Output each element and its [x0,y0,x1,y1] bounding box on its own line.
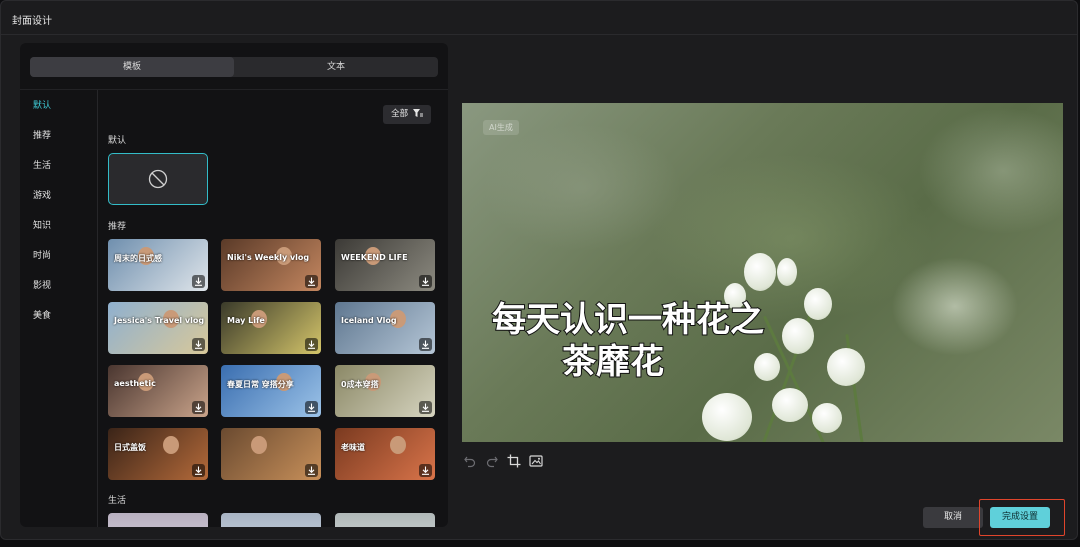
template-thumbnail[interactable]: 周末的日式感 [108,239,208,291]
undo-icon[interactable] [463,454,477,468]
template-thumbnail[interactable]: 日式盖饭 [108,428,208,480]
dialog-title: 封面设计 [12,16,52,27]
tab-text[interactable]: 文本 [234,57,438,77]
download-icon[interactable] [192,275,205,288]
category-film[interactable]: 影视 [33,279,51,309]
category-knowledge[interactable]: 知识 [33,219,51,249]
download-icon[interactable] [305,401,318,414]
filter-icon [412,109,423,117]
thumbnail-subject [163,436,179,454]
template-thumbnail[interactable]: 老味道 [335,428,435,480]
template-caption: WEEKEND LIFE [341,253,408,262]
template-thumbnail[interactable]: Iceland Vlog [335,302,435,354]
download-icon[interactable] [419,464,432,477]
template-caption: 春夏日常 穿搭分享 [227,380,294,389]
template-thumbnail[interactable]: 0成本穿搭 [335,365,435,417]
template-thumbnail[interactable]: Niki's Weekly vlog [221,239,321,291]
template-caption: 日式盖饭 [114,443,146,452]
filter-button[interactable]: 全部 [383,105,431,124]
download-icon[interactable] [419,338,432,351]
flower-bud [804,288,832,320]
crop-icon[interactable] [507,454,521,468]
category-food[interactable]: 美食 [33,309,51,339]
download-icon[interactable] [305,275,318,288]
category-life[interactable]: 生活 [33,159,51,189]
cancel-button[interactable]: 取消 [923,507,983,528]
template-thumbnail[interactable]: May Life [221,302,321,354]
download-icon[interactable] [305,338,318,351]
template-caption: Iceland Vlog [341,316,397,325]
cover-preview: AI生成 每天认识一种花之 茶靡花 [462,103,1063,442]
download-icon[interactable] [419,275,432,288]
flower-blossom [772,388,808,422]
done-button[interactable]: 完成设置 [990,507,1050,528]
filter-label: 全部 [391,109,409,119]
section-label-life: 生活 [108,496,127,506]
template-thumbnail[interactable] [221,428,321,480]
category-recommended[interactable]: 推荐 [33,129,51,159]
title-divider [1,34,1077,35]
category-divider [97,90,98,527]
thumbnail-subject [390,436,406,454]
category-list: 默认 推荐 生活 游戏 知识 时尚 影视 美食 [33,99,51,339]
category-games[interactable]: 游戏 [33,189,51,219]
life-template-thumbnail[interactable] [221,513,321,527]
thumbnail-subject [251,436,267,454]
category-default[interactable]: 默认 [33,99,51,129]
none-icon [148,169,168,189]
panel-tabs: 模板 文本 [30,57,438,77]
download-icon[interactable] [192,464,205,477]
template-caption: Niki's Weekly vlog [227,253,310,262]
section-label-default: 默认 [108,136,127,146]
caption-line-2: 茶靡花 [561,341,665,383]
tab-templates[interactable]: 模板 [30,57,234,77]
ai-generated-badge: AI生成 [483,120,519,135]
flower-bud [827,348,865,386]
tabs-divider [20,89,448,90]
flower-blossom [812,403,842,433]
replace-image-icon[interactable] [529,454,543,468]
section-label-recommended: 推荐 [108,222,127,232]
download-icon[interactable] [192,338,205,351]
redo-icon[interactable] [485,454,499,468]
template-thumbnail[interactable]: WEEKEND LIFE [335,239,435,291]
template-thumbnail[interactable]: 春夏日常 穿搭分享 [221,365,321,417]
cover-caption[interactable]: 每天认识一种花之 茶靡花 [491,299,792,383]
no-template-tile[interactable] [108,153,208,205]
category-fashion[interactable]: 时尚 [33,249,51,279]
template-caption: 0成本穿搭 [341,380,379,389]
download-icon[interactable] [419,401,432,414]
life-template-thumbnail[interactable] [108,513,208,527]
template-thumbnail[interactable]: aesthetic [108,365,208,417]
flower-blossom [702,393,752,441]
flower-bud [777,258,797,286]
download-icon[interactable] [305,464,318,477]
template-caption: 老味道 [341,443,365,452]
caption-line-1: 每天认识一种花之 [491,299,765,341]
template-caption: aesthetic [114,379,156,388]
life-template-thumbnail[interactable] [335,513,435,527]
flower-bud [744,253,776,291]
template-panel: 模板 文本 默认 推荐 生活 游戏 知识 时尚 影视 美食 全部 默认 推荐 周… [20,43,448,527]
template-caption: 周末的日式感 [114,254,162,263]
cover-design-dialog: 封面设计 模板 文本 默认 推荐 生活 游戏 知识 时尚 影视 美食 全部 默认 [0,0,1078,540]
template-thumbnail[interactable]: Jessica's Travel vlog [108,302,208,354]
template-caption: Jessica's Travel vlog [114,316,205,325]
download-icon[interactable] [192,401,205,414]
template-caption: May Life [227,316,265,325]
